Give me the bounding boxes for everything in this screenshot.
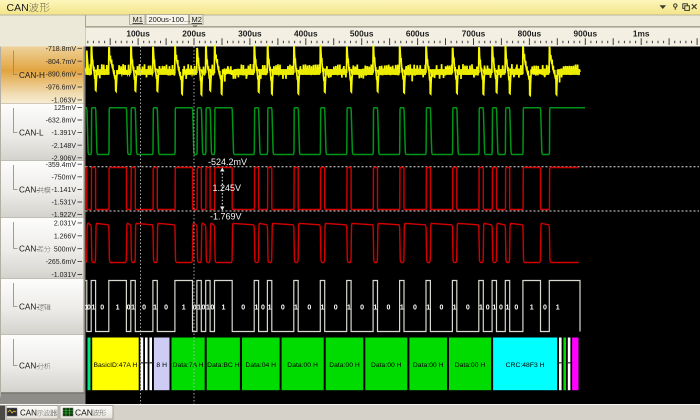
svg-text:-632.8mV: -632.8mV [46,118,77,125]
svg-text:0: 0 [413,305,417,312]
svg-text:1: 1 [556,305,560,312]
svg-text:0: 0 [439,305,443,312]
svg-text:Data:00 H: Data:00 H [371,362,402,369]
svg-text:1: 1 [321,305,325,312]
svg-text:0: 0 [193,305,197,312]
svg-text:1: 1 [116,305,120,312]
svg-text:CAN: CAN [20,408,37,417]
svg-text:1: 1 [506,305,510,312]
svg-text:1: 1 [206,305,210,312]
svg-text:CAN-: CAN- [19,186,39,195]
svg-text:0: 0 [499,305,503,312]
svg-text:-750mV: -750mV [51,174,76,181]
svg-text:0: 0 [387,305,391,312]
svg-text:0: 0 [543,305,547,312]
svg-text:0: 0 [142,305,146,312]
svg-text:1: 1 [530,305,534,312]
svg-text:1: 1 [453,305,457,312]
svg-text:CAN-H: CAN-H [19,71,45,80]
svg-text:1.245V: 1.245V [213,183,242,193]
svg-text:-1.391V: -1.391V [51,130,76,137]
svg-text:0: 0 [127,305,131,312]
svg-text:1: 1 [426,305,430,312]
svg-text:Data:00 H: Data:00 H [329,362,360,369]
svg-text:Data:00 H: Data:00 H [413,362,444,369]
svg-text:1: 1 [197,305,201,312]
svg-text:0: 0 [87,305,91,312]
svg-text:100us: 100us [126,28,150,38]
svg-text:1: 1 [400,305,404,312]
svg-text:900us: 900us [574,28,598,38]
svg-text:-1.922V: -1.922V [51,212,76,219]
svg-text:0: 0 [164,305,168,312]
svg-text:1: 1 [492,305,496,312]
svg-text:CAN-: CAN- [19,245,39,254]
svg-text:0: 0 [241,305,245,312]
svg-text:200us: 200us [182,28,206,38]
svg-text:-718.8mV: -718.8mV [46,46,77,53]
svg-text:0: 0 [210,305,214,312]
svg-text:M2: M2 [192,15,202,24]
svg-text:1: 1 [221,305,225,312]
svg-text:-1.531V: -1.531V [51,200,76,207]
svg-text:1: 1 [347,305,351,312]
svg-text:800us: 800us [518,28,542,38]
svg-text:8 H: 8 H [156,362,167,369]
svg-text:CAN-: CAN- [19,303,39,312]
svg-text:BasicID:47A H: BasicID:47A H [93,362,137,369]
svg-text:1.266V: 1.266V [54,233,77,240]
svg-text:1: 1 [373,305,377,312]
svg-text:0: 0 [334,305,338,312]
svg-text:Data:BC H: Data:BC H [207,362,240,369]
svg-text:CAN: CAN [7,2,29,14]
svg-text:1: 1 [254,305,258,312]
svg-text:500us: 500us [350,28,374,38]
svg-text:-265.6mV: -265.6mV [46,259,77,266]
svg-text:CRC:48F3 H: CRC:48F3 H [506,362,545,369]
svg-text:-976.6mV: -976.6mV [46,85,77,92]
svg-text:400us: 400us [294,28,318,38]
svg-text:Data:00 H: Data:00 H [455,362,486,369]
svg-text:1: 1 [268,305,272,312]
svg-text:1: 1 [182,305,186,312]
svg-text:0: 0 [514,305,518,312]
svg-text:0: 0 [307,305,311,312]
svg-text:1: 1 [91,305,95,312]
svg-text:1: 1 [131,305,135,312]
svg-text:200us-100...: 200us-100... [149,15,191,24]
svg-text:0: 0 [202,305,206,312]
svg-text:600us: 600us [406,28,430,38]
svg-text:0: 0 [261,305,265,312]
svg-text:300us: 300us [238,28,262,38]
svg-text:-804.7mV: -804.7mV [46,59,77,66]
svg-text:1: 1 [153,305,157,312]
svg-text:Data:04 H: Data:04 H [245,362,276,369]
svg-text:-524.2mV: -524.2mV [208,157,247,167]
svg-text:125mV: 125mV [54,105,77,112]
svg-text:-1.031V: -1.031V [51,272,76,279]
svg-text:1ms: 1ms [633,28,650,38]
svg-text:700us: 700us [462,28,486,38]
svg-text:0: 0 [360,305,364,312]
svg-text:0: 0 [486,305,490,312]
svg-text:-890.6mV: -890.6mV [46,72,77,79]
svg-text:0: 0 [100,305,104,312]
svg-text:Data:00 H: Data:00 H [287,362,318,369]
svg-text:CAN-: CAN- [19,362,39,371]
svg-text:-1.063V: -1.063V [51,98,76,105]
svg-text:CAN-L: CAN-L [19,129,44,138]
svg-text:0: 0 [281,305,285,312]
svg-text:1: 1 [479,305,483,312]
svg-text:Data:7A H: Data:7A H [173,362,204,369]
svg-text:CAN: CAN [75,407,93,417]
svg-text:-359.4mV: -359.4mV [46,162,77,169]
svg-text:M1: M1 [133,15,143,24]
svg-text:500mV: 500mV [54,246,77,253]
svg-text:-2.148V: -2.148V [51,143,76,150]
svg-text:2.031V: 2.031V [54,221,77,228]
svg-text:-1.141V: -1.141V [51,187,76,194]
svg-text:1: 1 [294,305,298,312]
svg-text:0: 0 [466,305,470,312]
svg-text:-1.769V: -1.769V [210,212,242,222]
